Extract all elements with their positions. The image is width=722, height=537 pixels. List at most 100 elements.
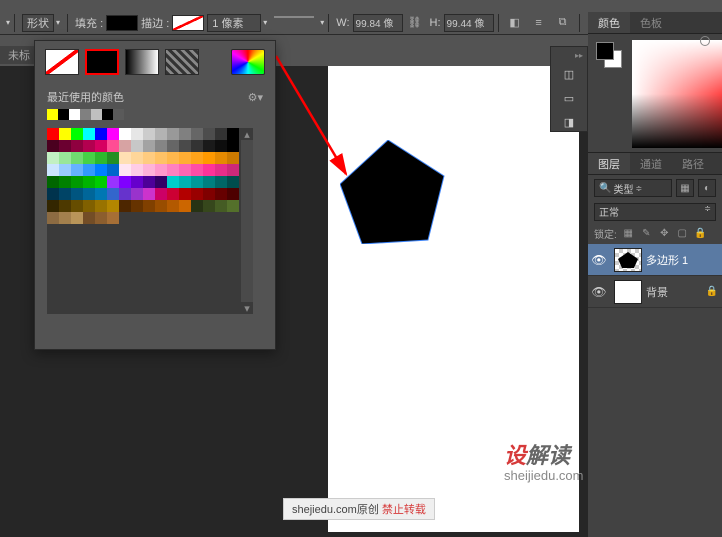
recent-swatch[interactable] [80, 109, 91, 120]
color-swatch[interactable] [107, 128, 119, 140]
recent-swatch[interactable] [58, 109, 69, 120]
tab-layers[interactable]: 图层 [588, 153, 630, 174]
stroke-width-select[interactable]: 1 像素▾ [207, 14, 267, 32]
color-swatch[interactable] [203, 152, 215, 164]
fill-type-pattern[interactable] [165, 49, 199, 75]
color-swatch[interactable] [203, 200, 215, 212]
fg-bg-swatch[interactable] [596, 42, 624, 70]
color-swatch[interactable] [71, 128, 83, 140]
color-swatch[interactable] [191, 176, 203, 188]
color-swatch[interactable] [155, 188, 167, 200]
color-swatch[interactable] [59, 200, 71, 212]
color-swatch[interactable] [47, 140, 59, 152]
color-swatch[interactable] [131, 140, 143, 152]
color-swatch[interactable] [227, 140, 239, 152]
color-swatch[interactable] [59, 176, 71, 188]
lock-pixels-icon[interactable]: ✎ [640, 227, 653, 240]
color-swatch[interactable] [179, 152, 191, 164]
color-swatch[interactable] [203, 164, 215, 176]
color-swatch[interactable] [143, 164, 155, 176]
tab-color[interactable]: 颜色 [588, 12, 630, 33]
color-swatch[interactable] [179, 128, 191, 140]
fill-type-solid[interactable] [85, 49, 119, 75]
color-swatch[interactable] [83, 152, 95, 164]
color-swatch[interactable] [155, 140, 167, 152]
color-swatch[interactable] [59, 140, 71, 152]
color-swatch[interactable] [191, 128, 203, 140]
color-swatch[interactable] [95, 152, 107, 164]
filter-adjust-icon[interactable]: ◐ [698, 179, 716, 197]
color-swatch[interactable] [83, 212, 95, 224]
color-swatch[interactable] [227, 176, 239, 188]
color-ramp[interactable] [632, 40, 722, 148]
fill-type-none[interactable] [45, 49, 79, 75]
color-swatch[interactable] [95, 200, 107, 212]
color-swatch[interactable] [167, 176, 179, 188]
color-swatch[interactable] [179, 188, 191, 200]
fill-color-picker[interactable] [231, 49, 265, 75]
color-swatch[interactable] [59, 152, 71, 164]
layer-thumbnail[interactable] [614, 280, 642, 304]
color-swatch[interactable] [215, 176, 227, 188]
color-swatch[interactable] [155, 200, 167, 212]
color-swatch[interactable] [83, 128, 95, 140]
color-swatch[interactable] [119, 152, 131, 164]
color-swatch[interactable] [143, 200, 155, 212]
color-swatch[interactable] [131, 176, 143, 188]
color-swatch[interactable] [167, 128, 179, 140]
color-swatch[interactable] [215, 128, 227, 140]
fill-type-gradient[interactable] [125, 49, 159, 75]
swatch-scrollbar[interactable]: ▴ ▾ [241, 128, 253, 314]
swatch-menu-gear-icon[interactable]: ⚙▾ [248, 91, 263, 104]
color-swatch[interactable] [47, 152, 59, 164]
color-swatch[interactable] [203, 140, 215, 152]
color-swatch[interactable] [131, 152, 143, 164]
visibility-eye-icon[interactable]: 👁 [592, 253, 606, 267]
color-swatch[interactable] [203, 128, 215, 140]
color-swatch[interactable] [155, 176, 167, 188]
recent-swatch[interactable] [91, 109, 102, 120]
lock-artboard-icon[interactable]: ▢ [676, 227, 689, 240]
color-swatch[interactable] [83, 200, 95, 212]
color-swatch[interactable] [119, 176, 131, 188]
color-swatch[interactable] [71, 152, 83, 164]
tab-swatches[interactable]: 色板 [630, 12, 672, 33]
color-swatch[interactable] [95, 140, 107, 152]
width-input[interactable] [353, 14, 403, 32]
color-swatch[interactable] [179, 176, 191, 188]
arrange-icon[interactable]: ⧉ [554, 14, 572, 32]
color-swatch[interactable] [143, 188, 155, 200]
color-swatch[interactable] [191, 152, 203, 164]
color-swatch[interactable] [83, 140, 95, 152]
color-swatch[interactable] [167, 188, 179, 200]
fill-swatch[interactable] [106, 15, 138, 31]
color-swatch[interactable] [71, 200, 83, 212]
color-swatch[interactable] [131, 164, 143, 176]
color-swatch[interactable] [227, 128, 239, 140]
color-swatch[interactable] [227, 164, 239, 176]
color-swatch[interactable] [59, 128, 71, 140]
color-swatch[interactable] [71, 176, 83, 188]
color-swatch[interactable] [95, 128, 107, 140]
layer-filter-select[interactable]: 🔍类型 ≑ [594, 179, 672, 197]
color-swatch[interactable] [227, 200, 239, 212]
color-swatch[interactable] [143, 152, 155, 164]
expand-panel-icon[interactable]: ▸▸ [575, 51, 583, 60]
color-swatch[interactable] [215, 140, 227, 152]
color-swatch[interactable] [131, 188, 143, 200]
color-swatch[interactable] [107, 176, 119, 188]
color-swatch[interactable] [47, 164, 59, 176]
color-swatch[interactable] [215, 200, 227, 212]
color-swatch[interactable] [107, 140, 119, 152]
color-swatch[interactable] [155, 128, 167, 140]
color-swatch[interactable] [71, 188, 83, 200]
color-swatch[interactable] [131, 200, 143, 212]
recent-swatch[interactable] [113, 109, 124, 120]
lock-position-icon[interactable]: ✥ [658, 227, 671, 240]
color-swatch[interactable] [47, 212, 59, 224]
color-swatch[interactable] [179, 200, 191, 212]
color-swatch[interactable] [71, 164, 83, 176]
color-swatch[interactable] [179, 140, 191, 152]
pentagon-shape[interactable] [340, 140, 448, 244]
stroke-style-select[interactable] [274, 16, 314, 30]
